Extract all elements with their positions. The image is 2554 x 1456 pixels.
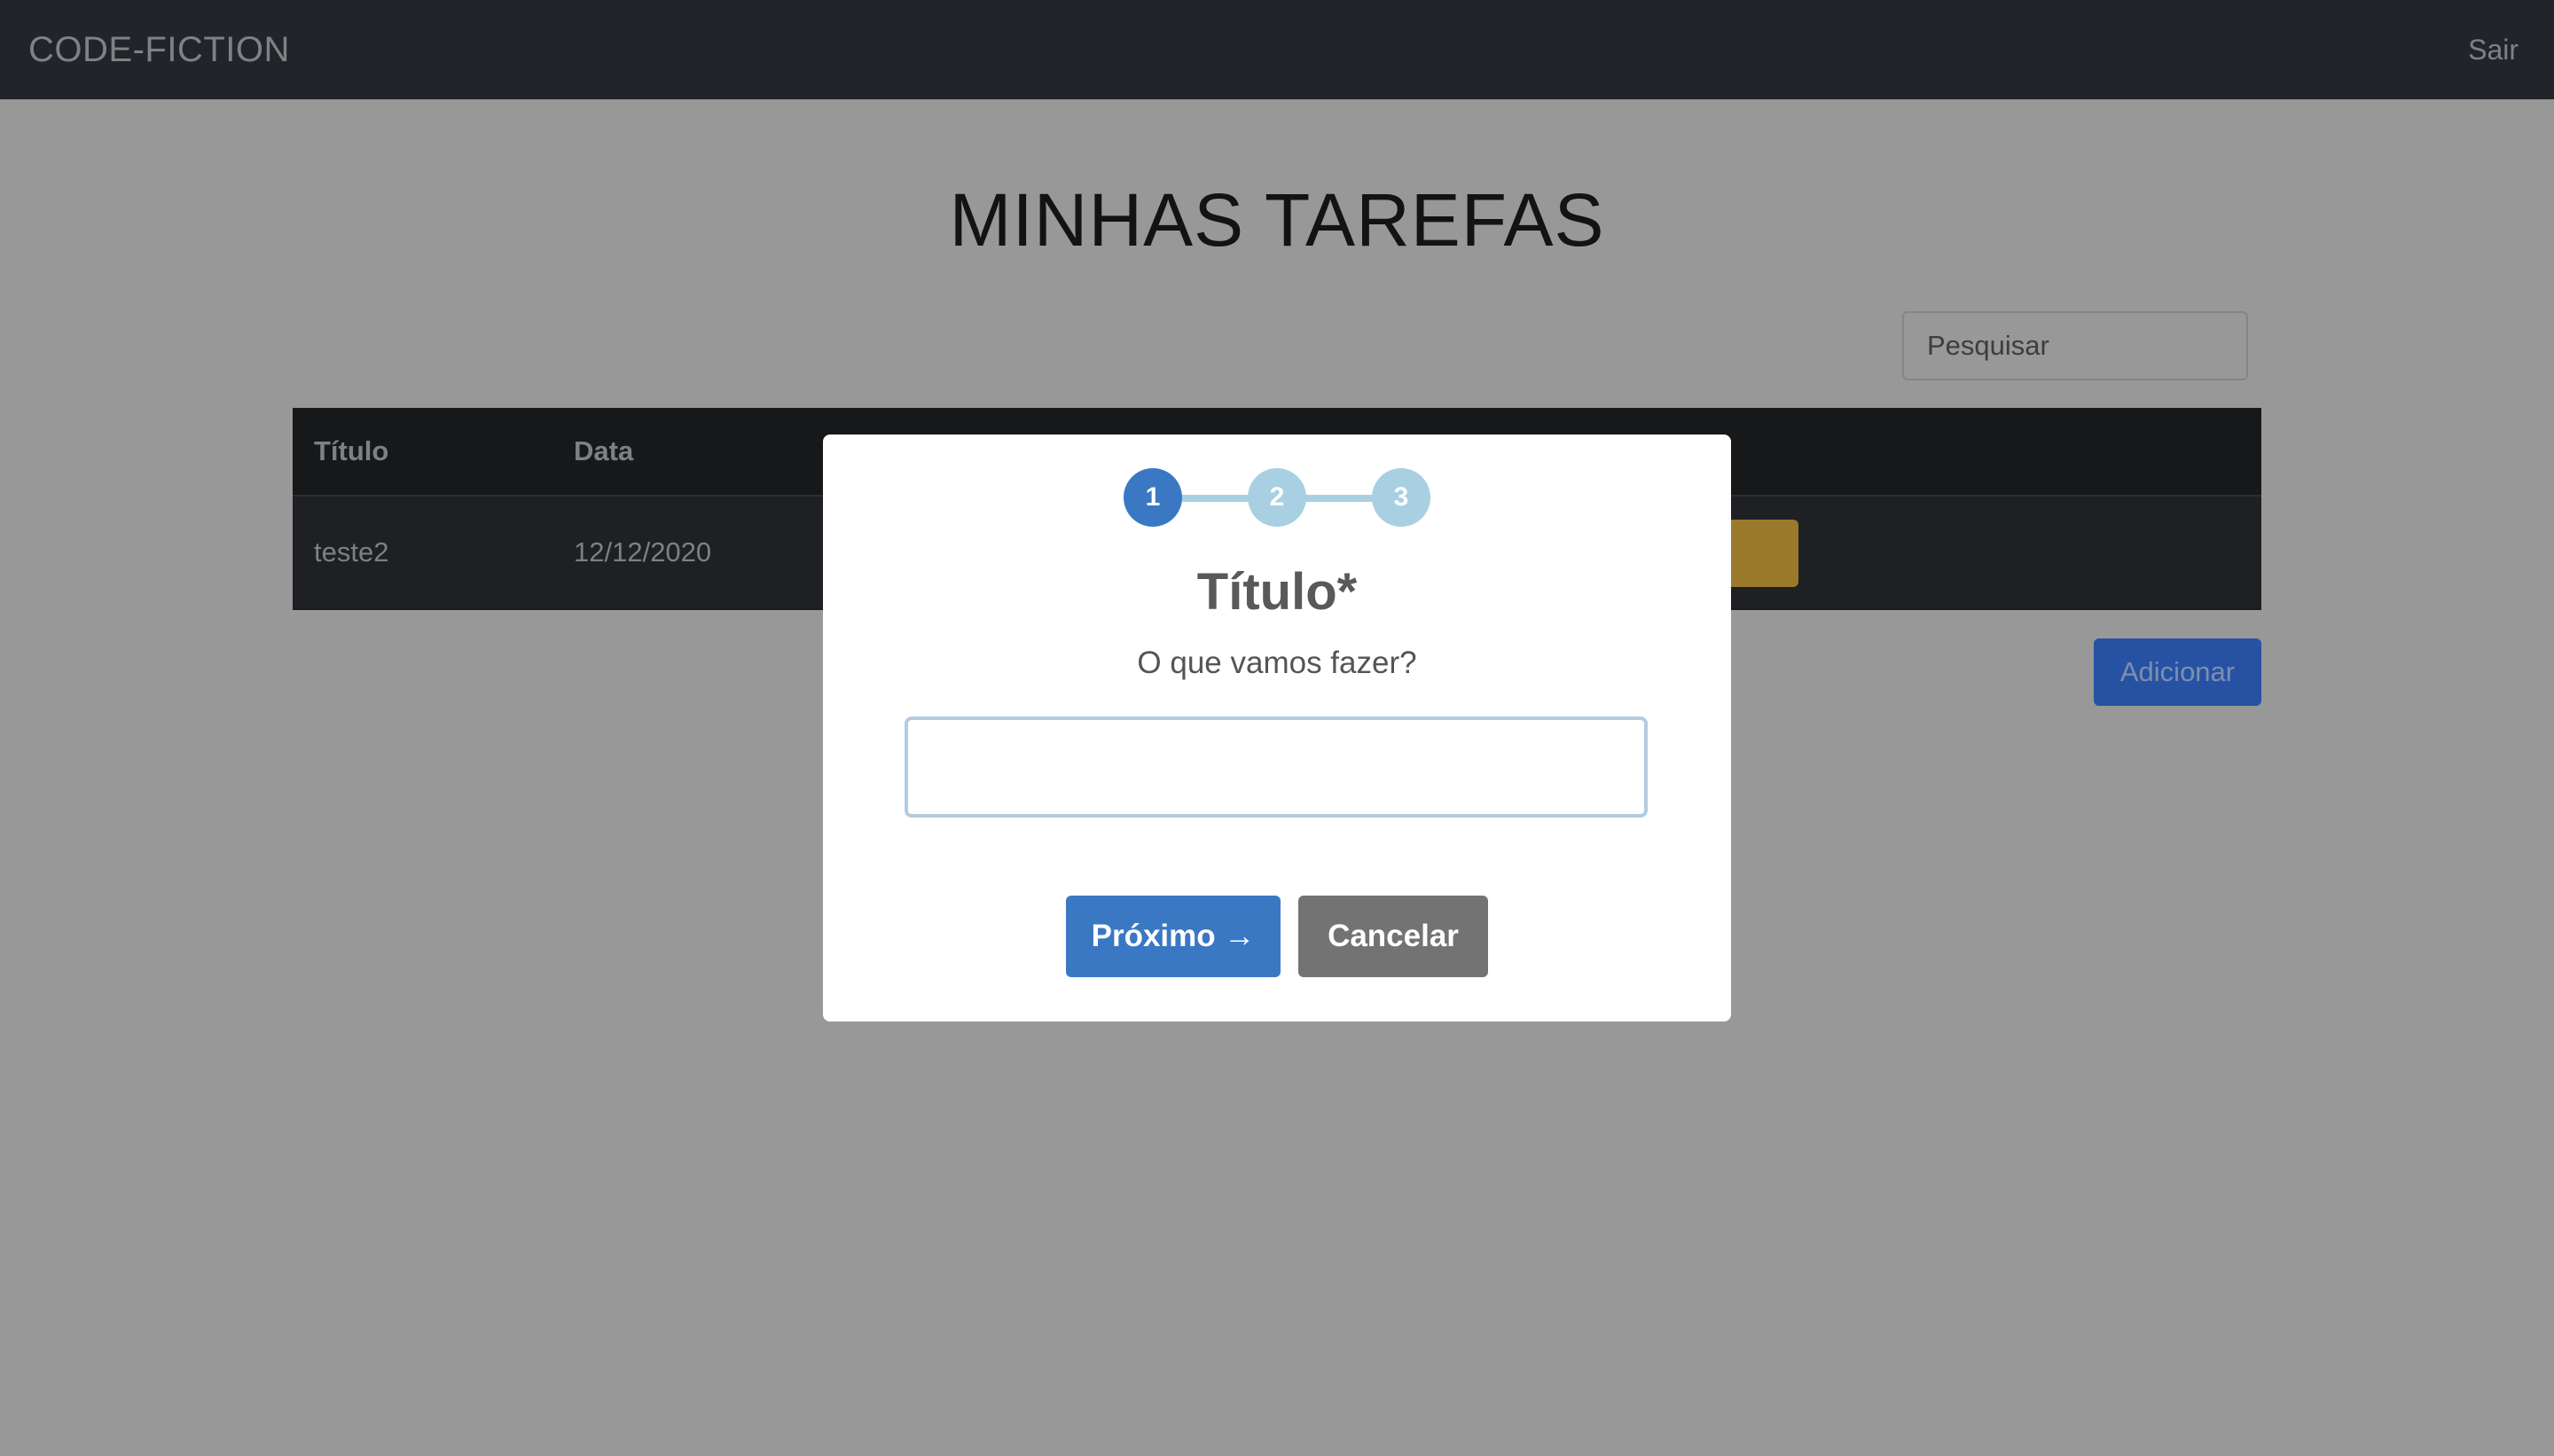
brand-logo[interactable]: CODE-FICTION xyxy=(28,30,290,70)
search-input[interactable] xyxy=(1902,311,2248,380)
task-title-input[interactable] xyxy=(905,716,1648,818)
logout-link[interactable]: Sair xyxy=(2468,34,2526,67)
step-indicator: 1 2 3 xyxy=(1124,468,1431,528)
step-2: 2 xyxy=(1248,468,1306,527)
navbar: CODE-FICTION Sair xyxy=(0,0,2554,99)
modal-subtitle: O que vamos fazer? xyxy=(1137,646,1417,680)
step-connector xyxy=(1299,495,1379,502)
new-task-modal: 1 2 3 Título* O que vamos fazer? Próximo… xyxy=(823,434,1731,1022)
task-title-cell: teste2 xyxy=(314,536,389,568)
add-task-button[interactable]: Adicionar xyxy=(2094,638,2261,706)
step-1-active: 1 xyxy=(1124,468,1182,527)
modal-title: Título* xyxy=(1196,563,1358,621)
cancel-button[interactable]: Cancelar xyxy=(1298,896,1488,977)
next-button[interactable]: Próximo → xyxy=(1066,896,1281,977)
step-connector xyxy=(1177,495,1257,502)
step-3: 3 xyxy=(1372,468,1430,527)
column-header-title: Título xyxy=(314,435,389,466)
page-title: MINHAS TAREFAS xyxy=(949,178,1605,262)
